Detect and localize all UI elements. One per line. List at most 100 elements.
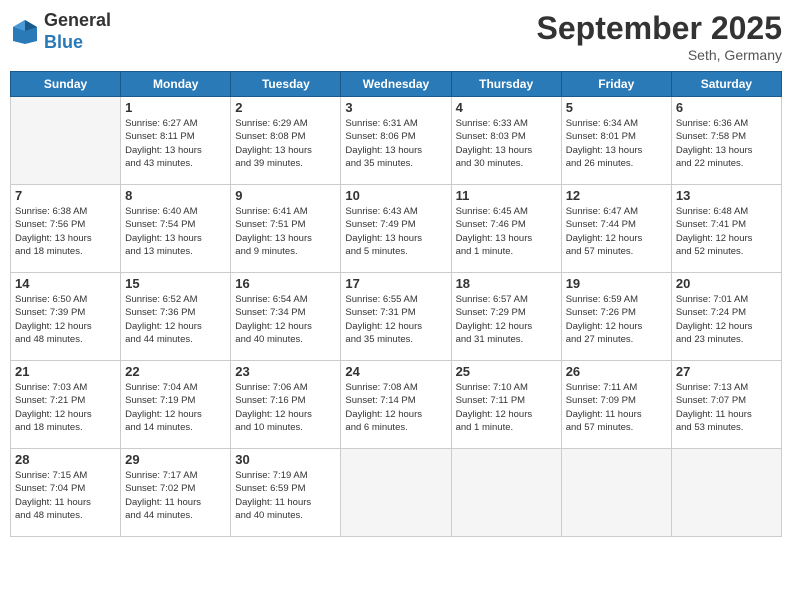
header: General Blue September 2025 Seth, German… [10, 10, 782, 63]
calendar-cell [11, 97, 121, 185]
day-info: Sunrise: 6:50 AMSunset: 7:39 PMDaylight:… [15, 293, 116, 346]
day-header-friday: Friday [561, 72, 671, 97]
week-row-5: 28 Sunrise: 7:15 AMSunset: 7:04 PMDayligh… [11, 449, 782, 537]
day-number: 17 [345, 276, 446, 291]
day-info: Sunrise: 7:11 AMSunset: 7:09 PMDaylight:… [566, 381, 667, 434]
calendar-cell: 19Sunrise: 6:59 AMSunset: 7:26 PMDayligh… [561, 273, 671, 361]
day-number: 1 [125, 100, 226, 115]
calendar-cell: 24Sunrise: 7:08 AMSunset: 7:14 PMDayligh… [341, 361, 451, 449]
day-info: Sunrise: 7:06 AMSunset: 7:16 PMDaylight:… [235, 381, 336, 434]
month-title: September 2025 [537, 10, 782, 47]
day-number: 14 [15, 276, 116, 291]
day-info: Sunrise: 6:55 AMSunset: 7:31 PMDaylight:… [345, 293, 446, 346]
calendar-cell [451, 449, 561, 537]
day-number: 18 [456, 276, 557, 291]
day-number: 8 [125, 188, 226, 203]
day-info: Sunrise: 6:47 AMSunset: 7:44 PMDaylight:… [566, 205, 667, 258]
day-info: Sunrise: 6:48 AMSunset: 7:41 PMDaylight:… [676, 205, 777, 258]
day-number: 2 [235, 100, 336, 115]
calendar-cell: 13 Sunrise: 6:48 AMSunset: 7:41 PMDayligh… [671, 185, 781, 273]
day-number: 15 [125, 276, 226, 291]
day-info: Sunrise: 6:33 AMSunset: 8:03 PMDaylight:… [456, 117, 557, 170]
day-info: Sunrise: 7:13 AMSunset: 7:07 PMDaylight:… [676, 381, 777, 434]
calendar-cell: 2 Sunrise: 6:29 AMSunset: 8:08 PMDaylight… [231, 97, 341, 185]
day-info: Sunrise: 7:17 AMSunset: 7:02 PMDaylight:… [125, 469, 226, 522]
day-header-tuesday: Tuesday [231, 72, 341, 97]
day-header-saturday: Saturday [671, 72, 781, 97]
day-info: Sunrise: 7:10 AMSunset: 7:11 PMDaylight:… [456, 381, 557, 434]
calendar-cell: 11 Sunrise: 6:45 AMSunset: 7:46 PMDayligh… [451, 185, 561, 273]
day-info: Sunrise: 6:54 AMSunset: 7:34 PMDaylight:… [235, 293, 336, 346]
week-row-2: 7 Sunrise: 6:38 AMSunset: 7:56 PMDaylight… [11, 185, 782, 273]
calendar-cell: 21Sunrise: 7:03 AMSunset: 7:21 PMDayligh… [11, 361, 121, 449]
calendar-cell: 7 Sunrise: 6:38 AMSunset: 7:56 PMDaylight… [11, 185, 121, 273]
calendar-cell: 16 Sunrise: 6:54 AMSunset: 7:34 PMDayligh… [231, 273, 341, 361]
day-header-thursday: Thursday [451, 72, 561, 97]
day-number: 12 [566, 188, 667, 203]
day-info: Sunrise: 6:34 AMSunset: 8:01 PMDaylight:… [566, 117, 667, 170]
calendar-cell: 5 Sunrise: 6:34 AMSunset: 8:01 PMDaylight… [561, 97, 671, 185]
title-block: September 2025 Seth, Germany [537, 10, 782, 63]
calendar-cell: 15Sunrise: 6:52 AMSunset: 7:36 PMDayligh… [121, 273, 231, 361]
calendar-cell: 25 Sunrise: 7:10 AMSunset: 7:11 PMDayligh… [451, 361, 561, 449]
day-info: Sunrise: 6:27 AMSunset: 8:11 PMDaylight:… [125, 117, 226, 170]
day-info: Sunrise: 7:15 AMSunset: 7:04 PMDaylight:… [15, 469, 116, 522]
calendar-cell: 12 Sunrise: 6:47 AMSunset: 7:44 PMDayligh… [561, 185, 671, 273]
day-info: Sunrise: 6:38 AMSunset: 7:56 PMDaylight:… [15, 205, 116, 258]
calendar-cell: 3 Sunrise: 6:31 AMSunset: 8:06 PMDaylight… [341, 97, 451, 185]
day-number: 25 [456, 364, 557, 379]
day-info: Sunrise: 6:57 AMSunset: 7:29 PMDaylight:… [456, 293, 557, 346]
calendar-cell [561, 449, 671, 537]
day-number: 30 [235, 452, 336, 467]
calendar-cell: 30 Sunrise: 7:19 AMSunset: 6:59 PMDayligh… [231, 449, 341, 537]
day-number: 10 [345, 188, 446, 203]
day-number: 3 [345, 100, 446, 115]
day-number: 4 [456, 100, 557, 115]
calendar-cell [341, 449, 451, 537]
day-info: Sunrise: 6:31 AMSunset: 8:06 PMDaylight:… [345, 117, 446, 170]
calendar-cell: 23Sunrise: 7:06 AMSunset: 7:16 PMDayligh… [231, 361, 341, 449]
day-number: 19 [566, 276, 667, 291]
day-number: 16 [235, 276, 336, 291]
calendar-cell [671, 449, 781, 537]
day-number: 11 [456, 188, 557, 203]
logo: General Blue [10, 10, 111, 53]
calendar-cell: 4 Sunrise: 6:33 AMSunset: 8:03 PMDaylight… [451, 97, 561, 185]
day-number: 29 [125, 452, 226, 467]
day-number: 22 [125, 364, 226, 379]
calendar-cell: 27 Sunrise: 7:13 AMSunset: 7:07 PMDayligh… [671, 361, 781, 449]
day-number: 26 [566, 364, 667, 379]
day-info: Sunrise: 7:03 AMSunset: 7:21 PMDaylight:… [15, 381, 116, 434]
day-number: 5 [566, 100, 667, 115]
calendar-cell: 6 Sunrise: 6:36 AMSunset: 7:58 PMDaylight… [671, 97, 781, 185]
calendar-cell: 28 Sunrise: 7:15 AMSunset: 7:04 PMDayligh… [11, 449, 121, 537]
calendar-cell: 8 Sunrise: 6:40 AMSunset: 7:54 PMDaylight… [121, 185, 231, 273]
week-row-4: 21Sunrise: 7:03 AMSunset: 7:21 PMDayligh… [11, 361, 782, 449]
day-number: 28 [15, 452, 116, 467]
day-info: Sunrise: 6:45 AMSunset: 7:46 PMDaylight:… [456, 205, 557, 258]
day-number: 27 [676, 364, 777, 379]
calendar-header-row: SundayMondayTuesdayWednesdayThursdayFrid… [11, 72, 782, 97]
day-number: 13 [676, 188, 777, 203]
day-info: Sunrise: 7:08 AMSunset: 7:14 PMDaylight:… [345, 381, 446, 434]
day-number: 7 [15, 188, 116, 203]
day-info: Sunrise: 6:36 AMSunset: 7:58 PMDaylight:… [676, 117, 777, 170]
day-info: Sunrise: 6:43 AMSunset: 7:49 PMDaylight:… [345, 205, 446, 258]
day-info: Sunrise: 6:29 AMSunset: 8:08 PMDaylight:… [235, 117, 336, 170]
calendar-cell: 14 Sunrise: 6:50 AMSunset: 7:39 PMDayligh… [11, 273, 121, 361]
day-info: Sunrise: 7:01 AMSunset: 7:24 PMDaylight:… [676, 293, 777, 346]
week-row-3: 14 Sunrise: 6:50 AMSunset: 7:39 PMDayligh… [11, 273, 782, 361]
day-number: 6 [676, 100, 777, 115]
day-info: Sunrise: 7:19 AMSunset: 6:59 PMDaylight:… [235, 469, 336, 522]
logo-icon [10, 17, 40, 47]
day-header-wednesday: Wednesday [341, 72, 451, 97]
calendar-cell: 29 Sunrise: 7:17 AMSunset: 7:02 PMDayligh… [121, 449, 231, 537]
calendar-cell: 17 Sunrise: 6:55 AMSunset: 7:31 PMDayligh… [341, 273, 451, 361]
calendar-cell: 26 Sunrise: 7:11 AMSunset: 7:09 PMDayligh… [561, 361, 671, 449]
day-header-monday: Monday [121, 72, 231, 97]
calendar-cell: 20Sunrise: 7:01 AMSunset: 7:24 PMDayligh… [671, 273, 781, 361]
day-info: Sunrise: 6:40 AMSunset: 7:54 PMDaylight:… [125, 205, 226, 258]
logo-blue: Blue [44, 32, 111, 54]
calendar-cell: 22Sunrise: 7:04 AMSunset: 7:19 PMDayligh… [121, 361, 231, 449]
logo-general: General [44, 10, 111, 32]
